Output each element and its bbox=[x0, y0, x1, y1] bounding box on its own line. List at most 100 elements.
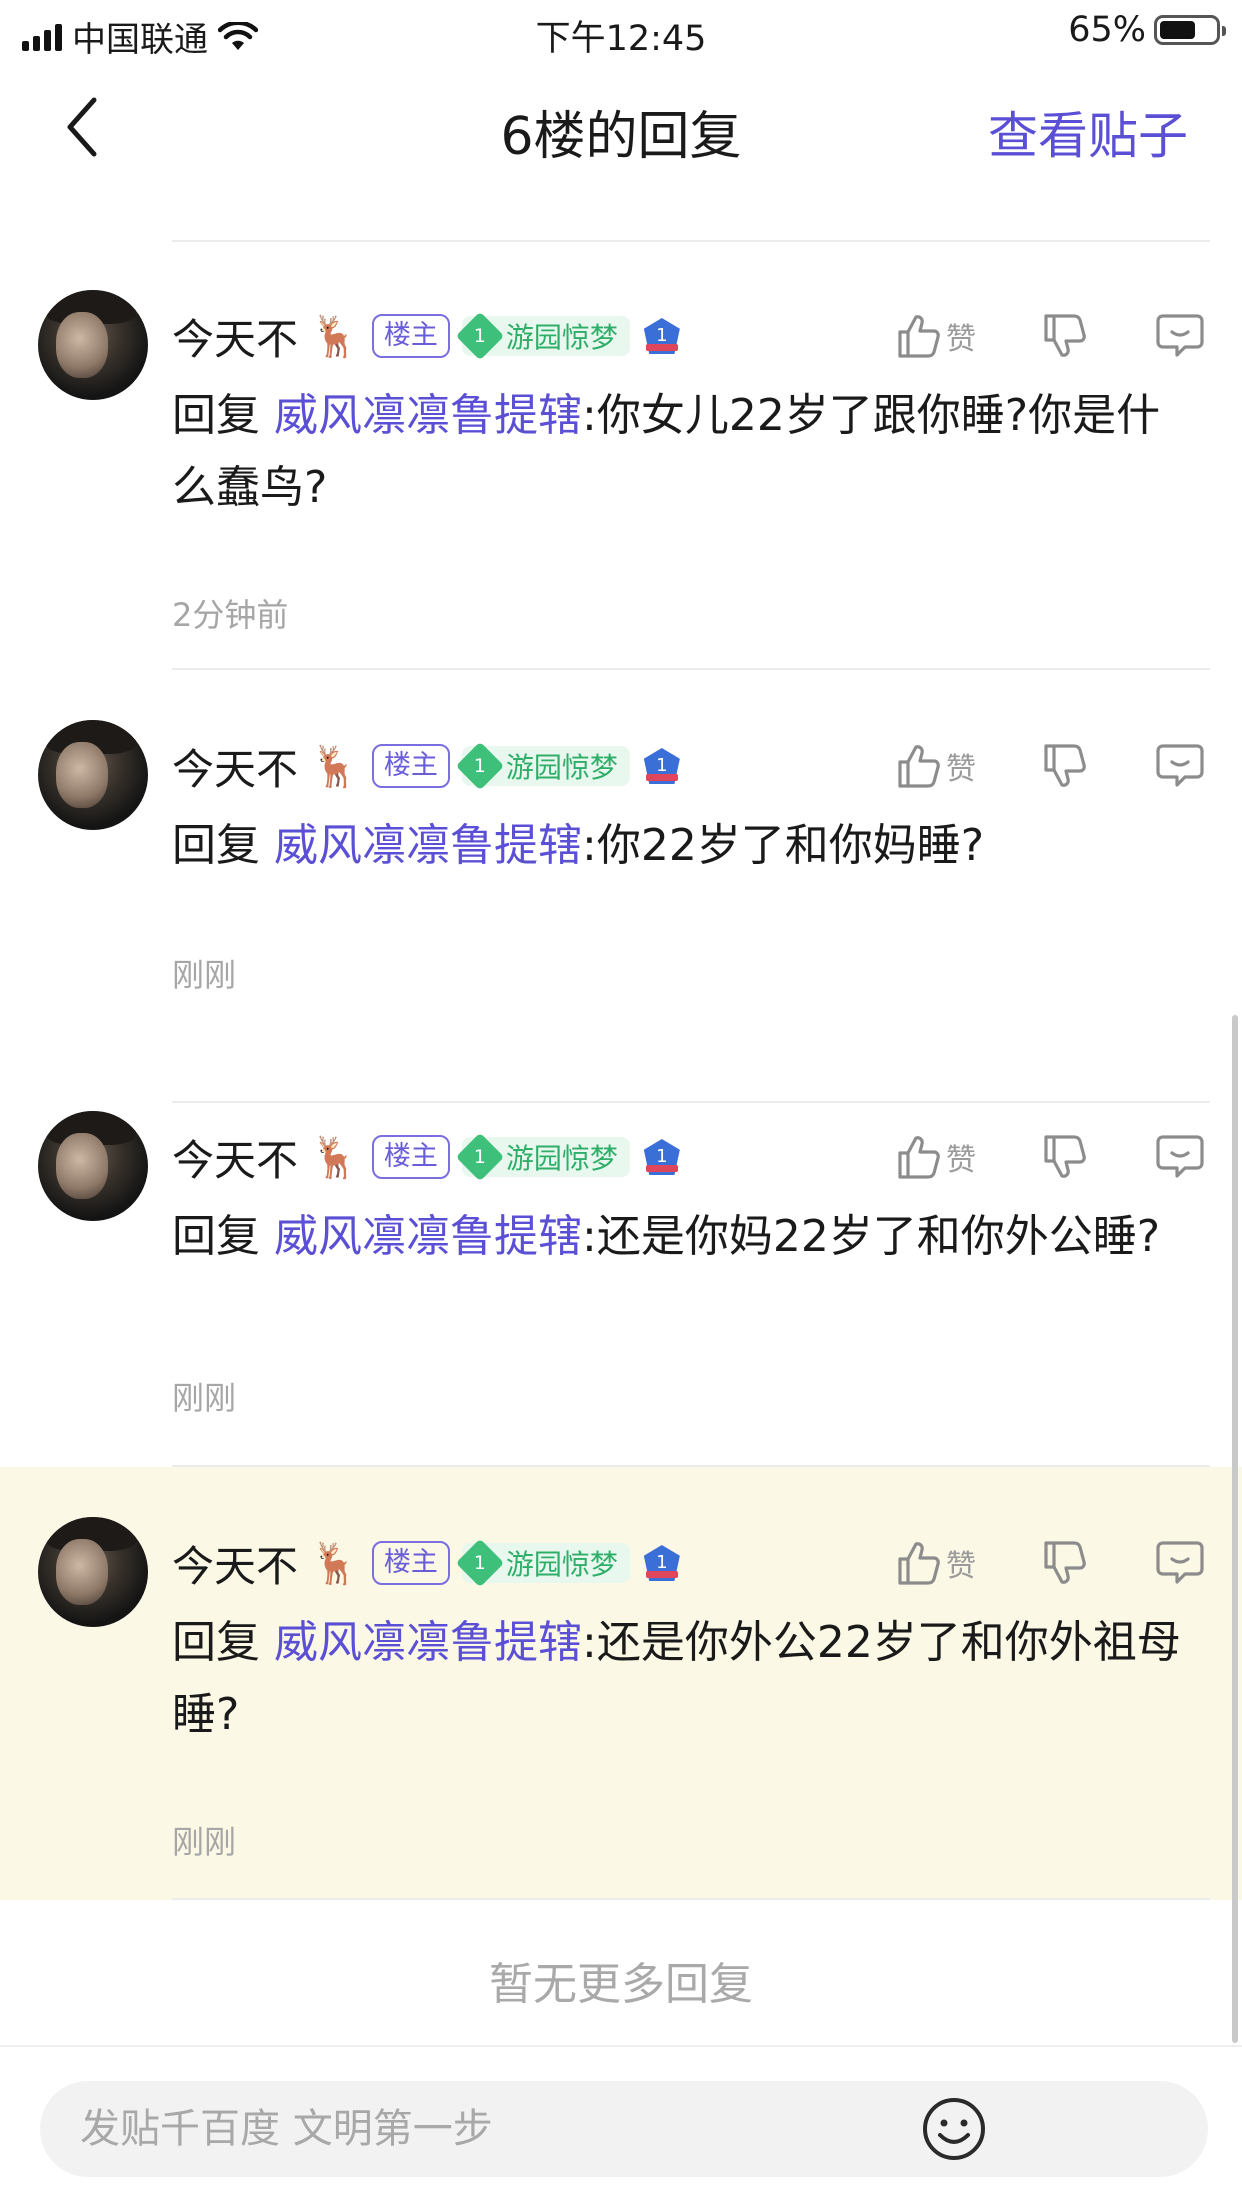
dislike-button[interactable] bbox=[1034, 306, 1094, 366]
reply-content: 回复 威风凛凛鲁提辖:你22岁了和你妈睡? bbox=[172, 810, 1182, 882]
shield-badge-icon[interactable]: 1 bbox=[642, 746, 682, 786]
avatar[interactable] bbox=[38, 1517, 148, 1627]
reply-time: 刚刚 bbox=[172, 1823, 237, 1861]
host-badge: 楼主 bbox=[371, 1541, 450, 1585]
level-diamond-icon: 1 bbox=[455, 1132, 505, 1182]
deer-emoji: 🦌 bbox=[310, 743, 360, 790]
divider bbox=[172, 1898, 1210, 1900]
thumbs-up-icon bbox=[898, 745, 940, 788]
username[interactable]: 今天不 bbox=[172, 1127, 298, 1188]
reply-item[interactable]: 今天不 🦌 楼主 1 游园惊梦 1 赞 回复 威风凛凛鲁提辖:还是你外公22岁了… bbox=[0, 1467, 1242, 1900]
reply-prefix: 回复 bbox=[172, 390, 260, 441]
level-diamond-icon: 1 bbox=[455, 741, 505, 791]
reply-actions: 赞 bbox=[880, 1533, 1210, 1593]
like-label: 赞 bbox=[946, 1143, 976, 1178]
comment-button[interactable] bbox=[1150, 1127, 1210, 1187]
level-number: 1 bbox=[473, 1552, 486, 1574]
view-post-link[interactable]: 查看贴子 bbox=[988, 96, 1188, 168]
level-badge[interactable]: 1 游园惊梦 bbox=[455, 1538, 630, 1588]
mention-link[interactable]: 威风凛凛鲁提辖 bbox=[274, 390, 582, 441]
mention-link[interactable]: 威风凛凛鲁提辖 bbox=[274, 820, 582, 871]
level-number: 1 bbox=[473, 755, 486, 777]
shield-badge-icon[interactable]: 1 bbox=[642, 1137, 682, 1177]
battery-icon bbox=[1154, 15, 1226, 45]
reply-text: :你22岁了和你妈睡? bbox=[582, 820, 985, 871]
username[interactable]: 今天不 bbox=[172, 736, 298, 797]
thumbs-down-icon bbox=[1044, 1541, 1086, 1584]
dislike-button[interactable] bbox=[1034, 1127, 1094, 1187]
user-row: 今天不 🦌 楼主 1 游园惊梦 1 bbox=[172, 306, 682, 366]
no-more-replies: 暂无更多回复 bbox=[489, 1959, 753, 2010]
level-badge[interactable]: 1 游园惊梦 bbox=[455, 311, 630, 361]
user-row: 今天不 🦌 楼主 1 游园惊梦 1 bbox=[172, 736, 682, 796]
reply-input[interactable] bbox=[80, 2081, 900, 2177]
reply-prefix: 回复 bbox=[172, 1211, 260, 1262]
thumbs-up-icon bbox=[898, 1136, 940, 1179]
status-right: 65% bbox=[1068, 10, 1226, 50]
like-label: 赞 bbox=[946, 1549, 976, 1584]
battery-percent: 65% bbox=[1068, 10, 1146, 50]
reply-content: 回复 威风凛凛鲁提辖:还是你妈22岁了和你外公睡? bbox=[172, 1201, 1182, 1273]
reply-input-box[interactable] bbox=[40, 2081, 1208, 2177]
reply-actions: 赞 bbox=[880, 1127, 1210, 1187]
level-name: 游园惊梦 bbox=[505, 1142, 618, 1175]
shield-number: 1 bbox=[656, 755, 668, 776]
user-row: 今天不 🦌 楼主 1 游园惊梦 1 bbox=[172, 1533, 682, 1593]
like-button[interactable]: 赞 bbox=[880, 1533, 990, 1593]
mention-link[interactable]: 威风凛凛鲁提辖 bbox=[274, 1617, 582, 1668]
deer-emoji: 🦌 bbox=[310, 1540, 360, 1587]
reply-content: 回复 威风凛凛鲁提辖:你女儿22岁了跟你睡?你是什么蠢鸟? bbox=[172, 380, 1182, 524]
dislike-button[interactable] bbox=[1034, 736, 1094, 796]
comment-button[interactable] bbox=[1150, 306, 1210, 366]
like-label: 赞 bbox=[946, 322, 976, 357]
shield-badge-icon[interactable]: 1 bbox=[642, 1543, 682, 1583]
like-button[interactable]: 赞 bbox=[880, 306, 990, 366]
level-name: 游园惊梦 bbox=[505, 1548, 618, 1581]
status-bar: 中国联通 下午12:45 65% bbox=[0, 0, 1242, 62]
shield-badge-icon[interactable]: 1 bbox=[642, 316, 682, 356]
username[interactable]: 今天不 bbox=[172, 306, 298, 367]
avatar[interactable] bbox=[38, 720, 148, 830]
level-number: 1 bbox=[473, 325, 486, 347]
host-badge: 楼主 bbox=[371, 314, 450, 358]
thumbs-down-icon bbox=[1044, 314, 1086, 357]
shield-number: 1 bbox=[656, 325, 668, 346]
level-name: 游园惊梦 bbox=[505, 751, 618, 784]
reply-actions: 赞 bbox=[880, 306, 1210, 366]
level-number: 1 bbox=[473, 1146, 486, 1168]
level-name: 游园惊梦 bbox=[505, 321, 618, 354]
like-label: 赞 bbox=[946, 752, 976, 787]
reply-prefix: 回复 bbox=[172, 820, 260, 871]
avatar[interactable] bbox=[38, 1111, 148, 1221]
comment-button[interactable] bbox=[1150, 1533, 1210, 1593]
scrollbar[interactable] bbox=[1232, 1015, 1238, 2043]
comment-icon bbox=[1156, 744, 1204, 787]
reply-item[interactable]: 今天不 🦌 楼主 1 游园惊梦 1 赞 回复 威风凛凛鲁提辖:还是你妈22岁了和… bbox=[0, 1103, 1242, 1467]
username[interactable]: 今天不 bbox=[172, 1533, 298, 1594]
dislike-button[interactable] bbox=[1034, 1533, 1094, 1593]
shield-number: 1 bbox=[656, 1552, 668, 1573]
host-badge: 楼主 bbox=[371, 744, 450, 788]
reply-actions: 赞 bbox=[880, 736, 1210, 796]
level-badge[interactable]: 1 游园惊梦 bbox=[455, 1132, 630, 1182]
nav-bar: 6楼的回复 查看贴子 bbox=[0, 62, 1242, 192]
avatar[interactable] bbox=[38, 290, 148, 400]
composer-bar bbox=[0, 2045, 1242, 2208]
level-badge[interactable]: 1 游园惊梦 bbox=[455, 741, 630, 791]
comment-button[interactable] bbox=[1150, 736, 1210, 796]
like-button[interactable]: 赞 bbox=[880, 736, 990, 796]
reply-item[interactable]: 今天不 🦌 楼主 1 游园惊梦 1 赞 回复 威风凛凛鲁提辖:你22岁了和你妈睡… bbox=[0, 670, 1242, 1103]
level-diamond-icon: 1 bbox=[455, 1538, 505, 1588]
deer-emoji: 🦌 bbox=[310, 313, 360, 360]
reply-time: 刚刚 bbox=[172, 956, 237, 994]
reply-time: 2分钟前 bbox=[172, 596, 289, 634]
mention-link[interactable]: 威风凛凛鲁提辖 bbox=[274, 1211, 582, 1262]
like-button[interactable]: 赞 bbox=[880, 1127, 990, 1187]
emoji-icon[interactable] bbox=[920, 2095, 988, 2163]
thumbs-up-icon bbox=[898, 315, 940, 358]
deer-emoji: 🦌 bbox=[310, 1134, 360, 1181]
reply-item[interactable]: 今天不 🦌 楼主 1 游园惊梦 1 赞 回复 威风凛凛鲁提辖:你女儿22岁了跟你… bbox=[0, 240, 1242, 670]
comment-icon bbox=[1156, 314, 1204, 357]
reply-text: :还是你妈22岁了和你外公睡? bbox=[582, 1211, 1161, 1262]
thumbs-up-icon bbox=[898, 1542, 940, 1585]
